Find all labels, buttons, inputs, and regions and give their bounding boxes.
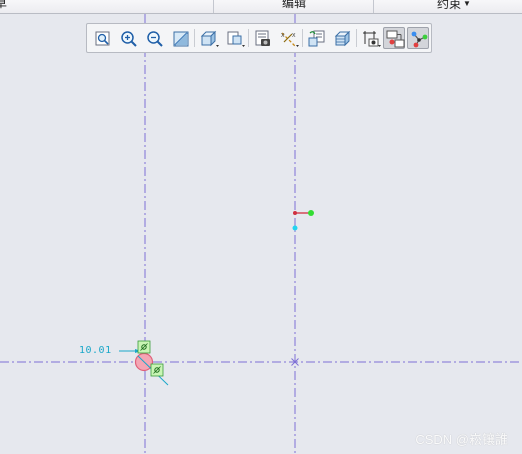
zoom-out-button[interactable] bbox=[143, 27, 165, 49]
repaint-icon bbox=[173, 31, 189, 47]
zoom-out-icon bbox=[147, 31, 163, 47]
refit-button[interactable] bbox=[91, 27, 113, 49]
zoom-in-icon bbox=[121, 31, 137, 47]
toolbar-separator bbox=[248, 29, 249, 47]
disp-vertices-icon bbox=[411, 31, 428, 48]
sketcher-window: 草 编辑 约束▼ bbox=[0, 0, 522, 454]
sketch-canvas[interactable] bbox=[0, 0, 522, 454]
disp-vertices-button[interactable] bbox=[407, 27, 429, 49]
toolbar-separator bbox=[302, 29, 303, 47]
disp-constraints-icon bbox=[386, 30, 405, 48]
repaint-button[interactable] bbox=[169, 27, 191, 49]
zoom-in-button[interactable] bbox=[117, 27, 139, 49]
refit-icon bbox=[95, 31, 110, 46]
toolbar-separator bbox=[194, 29, 195, 47]
display-style-icon bbox=[200, 30, 219, 47]
datum-display-button[interactable]: x x bbox=[277, 27, 299, 49]
toolbar-separator bbox=[356, 29, 357, 47]
datum-display-icon: x x bbox=[281, 32, 299, 47]
spin-center-icon bbox=[308, 30, 325, 47]
sketcher-display-button[interactable] bbox=[359, 27, 381, 49]
display-style-button[interactable] bbox=[197, 27, 219, 49]
view-manager-button[interactable] bbox=[251, 27, 273, 49]
disp-constraints-button[interactable] bbox=[383, 27, 405, 49]
spin-center-button[interactable] bbox=[305, 27, 327, 49]
watermark: CSDN @崧镶誰 bbox=[415, 432, 508, 447]
dimension-value[interactable]: 10.01 bbox=[79, 345, 112, 356]
sketch-view-button[interactable] bbox=[331, 27, 353, 49]
view-manager-icon bbox=[255, 30, 270, 46]
segment-end-vertex[interactable] bbox=[308, 210, 314, 216]
sketch-view-icon bbox=[334, 30, 351, 47]
svg-text:x: x bbox=[281, 32, 285, 39]
svg-text:x: x bbox=[292, 32, 296, 39]
sketcher-display-icon bbox=[363, 31, 381, 47]
sketch-point[interactable] bbox=[292, 225, 298, 231]
constraint-symbol[interactable] bbox=[150, 363, 164, 377]
saved-orientations-button[interactable] bbox=[223, 27, 245, 49]
segment-start-vertex[interactable] bbox=[293, 211, 297, 215]
graphics-toolbar: x x bbox=[86, 23, 432, 53]
constraint-symbol[interactable] bbox=[137, 340, 151, 354]
saved-orientations-icon bbox=[227, 31, 245, 47]
